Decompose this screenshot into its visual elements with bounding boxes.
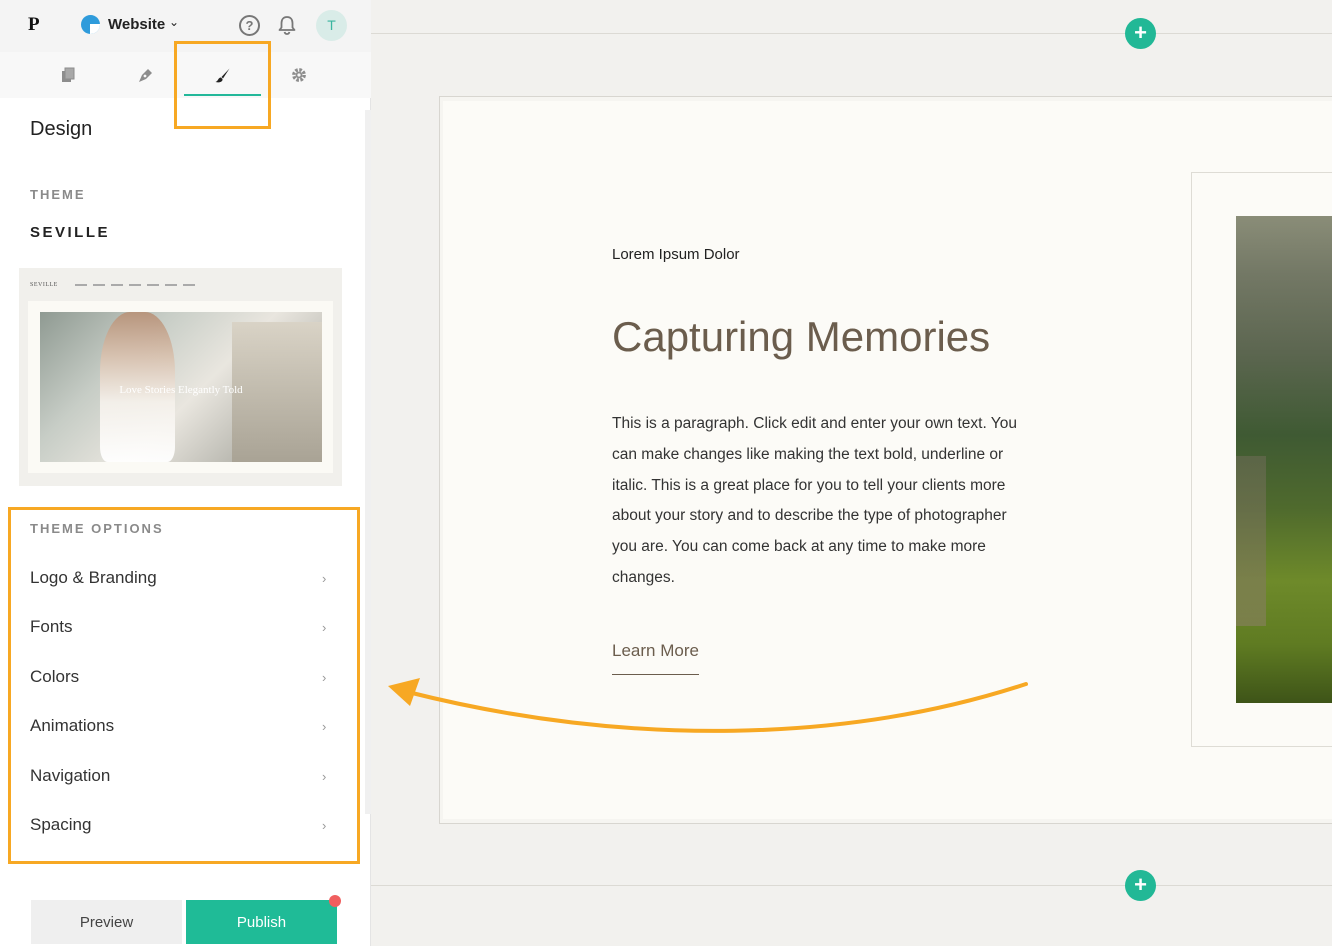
design-tab-highlight (174, 41, 271, 129)
add-section-button-bottom[interactable]: + (1125, 870, 1156, 901)
section-eyebrow[interactable]: Lorem Ipsum Dolor (612, 246, 740, 263)
section-divider-top (371, 33, 1332, 34)
bell-icon[interactable] (276, 14, 298, 36)
theme-preview-caption: Love Stories Elegantly Told (119, 384, 243, 396)
theme-preview-hero-image: Love Stories Elegantly Told (40, 312, 322, 462)
unpublished-changes-badge (329, 895, 341, 907)
app-logo[interactable]: P (28, 14, 40, 36)
gear-icon (291, 67, 307, 83)
section-divider-bottom (371, 885, 1332, 886)
preview-button[interactable]: Preview (31, 900, 182, 944)
theme-preview-nav (75, 284, 195, 286)
theme-name: SEVILLE (30, 224, 111, 241)
annotation-arrow-icon (388, 678, 1028, 733)
section-paragraph[interactable]: This is a paragraph. Click edit and ente… (612, 409, 1032, 594)
theme-options-highlight (8, 507, 360, 864)
site-logo-icon[interactable] (81, 15, 100, 34)
theme-preview-thumbnail[interactable]: SEVILLE Love Stories Elegantly Told (19, 268, 342, 486)
pages-icon (60, 67, 76, 83)
tab-settings[interactable] (261, 52, 337, 98)
user-avatar[interactable]: T (316, 10, 347, 41)
mountain-landscape-image[interactable] (1236, 216, 1332, 703)
theme-preview-logo: SEVILLE (30, 282, 58, 288)
help-icon[interactable]: ? (239, 15, 260, 36)
pen-icon (137, 67, 154, 84)
section-heading[interactable]: Capturing Memories (612, 313, 990, 361)
site-switcher-label[interactable]: Website (108, 16, 165, 33)
sidebar-scrollbar[interactable] (365, 110, 371, 814)
tab-pages[interactable] (30, 52, 106, 98)
theme-section-label: THEME (30, 187, 86, 202)
panel-title: Design (30, 118, 93, 140)
chevron-down-icon[interactable]: ⌄ (169, 15, 179, 29)
add-section-button-top[interactable]: + (1125, 18, 1156, 49)
theme-preview-frame: Love Stories Elegantly Told (28, 301, 333, 473)
publish-button[interactable]: Publish (186, 900, 337, 944)
tab-content[interactable] (107, 52, 183, 98)
